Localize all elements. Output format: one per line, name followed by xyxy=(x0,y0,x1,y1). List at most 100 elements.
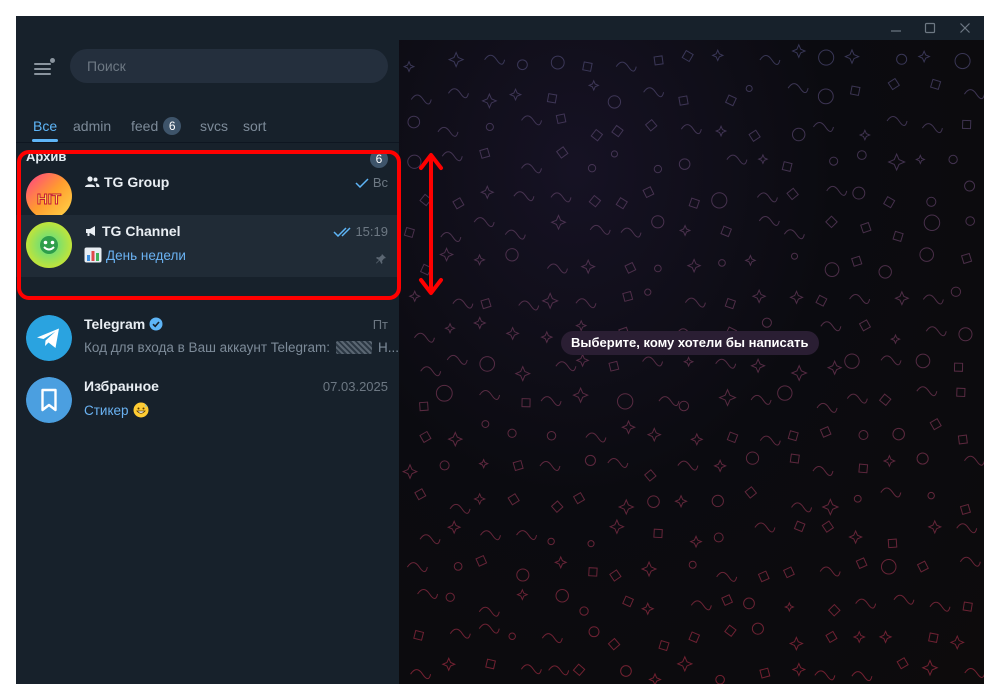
wallpaper-doodle xyxy=(756,192,778,203)
wallpaper-doodle xyxy=(848,529,863,545)
title-bar xyxy=(16,16,984,40)
wallpaper-doodle xyxy=(439,247,455,263)
wallpaper-doodle xyxy=(948,154,958,165)
wallpaper-doodle xyxy=(480,185,495,200)
hidden-code-spoiler[interactable] xyxy=(336,341,373,354)
wallpaper-doodle xyxy=(516,568,530,582)
wallpaper-doodle xyxy=(957,434,968,445)
wallpaper-doodle xyxy=(855,557,868,570)
tab-label: sort xyxy=(243,118,267,134)
wallpaper-doodle xyxy=(674,494,688,509)
wallpaper-doodle xyxy=(887,538,898,549)
wallpaper-doodle xyxy=(759,667,771,679)
tab-label: feed xyxy=(131,118,159,134)
folder-tabs: Все admin feed 6 svcs sort xyxy=(16,102,399,142)
wallpaper-doodle xyxy=(677,460,699,471)
wallpaper-doodle xyxy=(575,298,597,309)
wallpaper-doodle xyxy=(644,469,657,482)
minimize-button[interactable] xyxy=(879,16,913,40)
wallpaper-doodle xyxy=(789,453,800,464)
wallpaper-doodle xyxy=(878,265,892,279)
wallpaper-doodle xyxy=(716,571,738,582)
tab-svcs[interactable]: svcs xyxy=(200,102,228,142)
wallpaper-doodle xyxy=(555,113,567,125)
wallpaper-doodle xyxy=(781,161,793,172)
wallpaper-doodle xyxy=(721,594,734,607)
wallpaper-doodle xyxy=(615,197,628,210)
wallpaper-doodle xyxy=(724,624,737,638)
wallpaper-doodle xyxy=(893,594,915,605)
wallpaper-doodle xyxy=(507,428,517,438)
wallpaper-doodle xyxy=(690,432,704,447)
wallpaper-doodle xyxy=(878,393,892,407)
wallpaper-doodle xyxy=(855,598,877,609)
wallpaper-doodle xyxy=(929,418,942,431)
wallpaper-doodle xyxy=(849,85,861,97)
wallpaper-doodle xyxy=(680,124,702,135)
chat-time: Пт xyxy=(373,317,388,332)
wallpaper-doodle xyxy=(572,386,589,404)
tab-feed[interactable]: feed 6 xyxy=(131,102,182,142)
maximize-icon xyxy=(924,22,936,34)
wallpaper-doodle xyxy=(478,606,500,617)
wallpaper-doodle xyxy=(508,632,516,640)
menu-button[interactable] xyxy=(30,56,58,78)
wallpaper-doodle xyxy=(473,492,487,506)
wallpaper-doodle xyxy=(858,319,872,332)
chat-time-text: 07.03.2025 xyxy=(322,379,388,394)
chat-name: TG Group xyxy=(84,174,169,190)
wallpaper-doodle xyxy=(484,54,506,65)
wallpaper-doodle xyxy=(413,629,425,641)
search-input[interactable] xyxy=(70,49,388,83)
wallpaper-doodle xyxy=(414,488,427,501)
chat-preview: День недели xyxy=(84,247,186,263)
wallpaper-doodle xyxy=(929,78,942,90)
maximize-button[interactable] xyxy=(913,16,947,40)
wallpaper-doodle xyxy=(505,326,520,341)
chat-item-tg-channel[interactable]: TG Channel 15:19 День недели xyxy=(16,215,399,277)
wallpaper-doodle xyxy=(858,129,871,142)
chat-time-text: 15:19 xyxy=(355,224,388,239)
minimize-icon xyxy=(891,30,901,32)
avatar: HIT xyxy=(26,173,72,219)
wallpaper-doodle xyxy=(550,55,565,70)
wallpaper-doodle xyxy=(572,492,586,505)
wallpaper-doodle xyxy=(754,522,776,533)
close-button[interactable] xyxy=(948,16,982,40)
chat-preview: Стикер xyxy=(84,402,149,418)
wallpaper-doodle xyxy=(479,389,501,400)
wallpaper-doodle xyxy=(965,216,975,226)
wallpaper-doodle xyxy=(514,365,531,382)
wallpaper-doodle xyxy=(829,156,839,166)
chat-item-telegram[interactable]: Telegram Пт Код для входа в Ваш аккаунт … xyxy=(16,308,399,370)
wallpaper-doodle xyxy=(922,294,944,305)
wallpaper-doodle xyxy=(609,569,622,582)
tab-label: admin xyxy=(73,118,112,134)
wallpaper-doodle xyxy=(720,225,733,238)
tab-admin[interactable]: admin xyxy=(73,102,111,142)
group-icon xyxy=(85,176,100,187)
wallpaper-doodle xyxy=(452,197,465,210)
wallpaper-doodle xyxy=(814,670,836,681)
wallpaper-doodle xyxy=(816,402,838,413)
tab-all[interactable]: Все xyxy=(32,102,59,142)
wallpaper-doodle xyxy=(688,560,697,569)
tab-sort[interactable]: sort xyxy=(243,102,266,142)
wallpaper-doodle xyxy=(678,400,690,412)
wallpaper-doodle xyxy=(684,297,706,308)
wallpaper-doodle xyxy=(508,87,523,102)
wallpaper-doodle xyxy=(819,566,841,577)
wallpaper-doodle xyxy=(437,126,459,137)
wallpaper-doodle xyxy=(954,53,971,70)
wallpaper-doodle xyxy=(849,294,871,305)
chat-preview-tail: Н... xyxy=(378,340,400,355)
wallpaper-doodle xyxy=(445,592,455,602)
wallpaper-doodle xyxy=(555,361,577,372)
wallpaper-doodle xyxy=(724,94,737,107)
wallpaper-doodle xyxy=(651,215,665,229)
wallpaper-doodle xyxy=(521,163,542,174)
chat-item-saved-messages[interactable]: Избранное 07.03.2025 Стикер xyxy=(16,370,399,432)
wallpaper-doodle xyxy=(860,221,872,234)
wallpaper-doodle xyxy=(550,500,564,513)
megaphone-icon xyxy=(86,226,95,236)
